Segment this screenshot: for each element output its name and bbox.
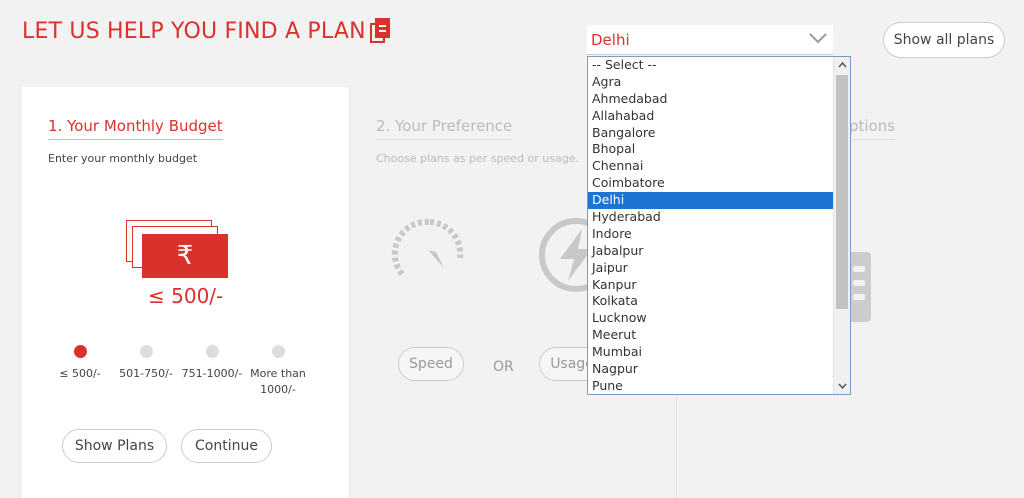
- budget-step-title: 1. Your Monthly Budget: [48, 117, 223, 140]
- city-select-value: Delhi: [591, 30, 630, 49]
- dropdown-option[interactable]: Bhopal: [588, 141, 834, 158]
- dropdown-option[interactable]: Bangalore: [588, 125, 834, 142]
- speed-button[interactable]: Speed: [398, 347, 464, 381]
- budget-option-dot[interactable]: [206, 345, 219, 358]
- dropdown-option[interactable]: -- Select --: [588, 57, 834, 74]
- or-label: OR: [493, 359, 514, 375]
- budget-option-dot[interactable]: [74, 345, 87, 358]
- budget-selected-value: ≤ 500/-: [148, 284, 224, 308]
- budget-option-label[interactable]: More than 1000/-: [246, 366, 310, 398]
- budget-option-dot[interactable]: [140, 345, 153, 358]
- rupee-symbol: ₹: [142, 234, 228, 278]
- dropdown-option[interactable]: Mumbai: [588, 344, 834, 361]
- dropdown-option[interactable]: Agra: [588, 74, 834, 91]
- dropdown-option[interactable]: Coimbatore: [588, 175, 834, 192]
- page-title-text: LET US HELP YOU FIND A PLAN: [22, 18, 366, 44]
- page-title: LET US HELP YOU FIND A PLAN: [22, 18, 392, 44]
- dropdown-option[interactable]: Kolkata: [588, 293, 834, 310]
- dropdown-option[interactable]: Chennai: [588, 158, 834, 175]
- options-step-title: ptions: [849, 117, 896, 140]
- rupee-notes-icon: ₹: [126, 220, 228, 278]
- dropdown-option[interactable]: Ahmedabad: [588, 91, 834, 108]
- continue-button[interactable]: Continue: [181, 429, 272, 463]
- preference-subtitle: Choose plans as per speed or usage.: [376, 152, 579, 165]
- document-icon: [369, 18, 392, 44]
- budget-option-dot[interactable]: [272, 345, 285, 358]
- dropdown-option[interactable]: Hyderabad: [588, 209, 834, 226]
- dropdown-option[interactable]: Delhi: [588, 192, 834, 210]
- budget-panel: 1. Your Monthly Budget Enter your monthl…: [22, 87, 367, 498]
- dropdown-option[interactable]: Jaipur: [588, 260, 834, 277]
- dropdown-option[interactable]: Pune: [588, 378, 834, 394]
- scroll-up-icon[interactable]: [838, 61, 847, 70]
- budget-option-label[interactable]: 501-750/-: [116, 366, 176, 382]
- dropdown-option[interactable]: Allahabad: [588, 108, 834, 125]
- dropdown-option[interactable]: Nagpur: [588, 361, 834, 378]
- scrollbar-thumb[interactable]: [836, 75, 848, 309]
- dropdown-option[interactable]: Jabalpur: [588, 243, 834, 260]
- budget-subtitle: Enter your monthly budget: [48, 152, 198, 165]
- budget-option-label[interactable]: ≤ 500/-: [58, 366, 102, 382]
- dropdown-scrollbar[interactable]: [833, 57, 850, 394]
- chevron-down-icon: [809, 33, 827, 44]
- dropdown-option[interactable]: Kanpur: [588, 277, 834, 294]
- dropdown-option[interactable]: Meerut: [588, 327, 834, 344]
- dropdown-option[interactable]: Lucknow: [588, 310, 834, 327]
- show-plans-button[interactable]: Show Plans: [62, 429, 167, 463]
- preference-step-title: 2. Your Preference: [376, 117, 513, 140]
- budget-option-label[interactable]: 751-1000/-: [180, 366, 244, 382]
- scroll-down-icon[interactable]: [838, 381, 847, 390]
- city-dropdown-list[interactable]: -- Select -- Agra Ahmedabad Allahabad Bangal…: [587, 56, 851, 395]
- dropdown-option[interactable]: Indore: [588, 226, 834, 243]
- city-select[interactable]: Delhi: [587, 25, 833, 55]
- show-all-plans-button[interactable]: Show all plans: [883, 22, 1005, 58]
- speedometer-icon: [391, 218, 464, 276]
